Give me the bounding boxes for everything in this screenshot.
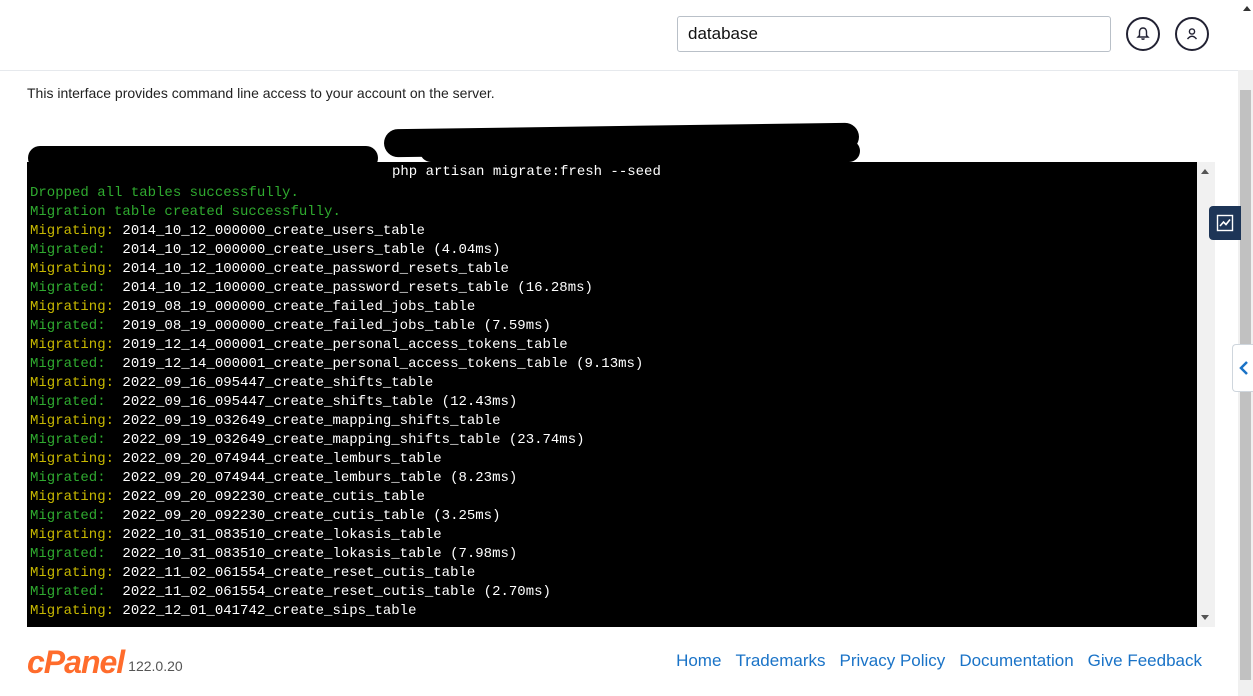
terminal-line: Migrating: 2022_09_20_074944_create_lemb…	[30, 450, 643, 469]
terminal-line: Migrating: 2019_12_14_000001_create_pers…	[30, 336, 643, 355]
terminal-line-text: 2014_10_12_000000_create_users_table	[114, 223, 425, 239]
terminal-line-text: 2019_12_14_000001_create_personal_access…	[114, 337, 568, 353]
redaction-mark	[28, 146, 378, 170]
footer-link-privacy-policy[interactable]: Privacy Policy	[840, 651, 946, 671]
terminal-line-status: Migrated:	[30, 508, 106, 524]
terminal-line-text: 2022_11_02_061554_create_reset_cutis_tab…	[105, 584, 551, 600]
terminal-line-status: Migrating:	[30, 337, 115, 353]
terminal-line: Migrated: 2022_10_31_083510_create_lokas…	[30, 545, 643, 564]
terminal-intro-text: This interface provides command line acc…	[27, 85, 495, 101]
footer-link-give-feedback[interactable]: Give Feedback	[1088, 651, 1202, 671]
terminal-line-status: Migrating:	[30, 489, 115, 505]
side-panel-toggle[interactable]	[1232, 344, 1253, 392]
terminal-line-status: Dropped all tables successfully.	[30, 185, 299, 201]
cpanel-version: 122.0.20	[128, 658, 183, 674]
terminal-line: Migrating: 2019_08_19_000000_create_fail…	[30, 298, 643, 317]
terminal-line-text: 2022_11_02_061554_create_reset_cutis_tab…	[114, 565, 476, 581]
terminal-line-status: Migrating:	[30, 527, 115, 543]
cpanel-logo-text: cPanel	[27, 644, 125, 680]
terminal-line: Dropped all tables successfully.	[30, 184, 643, 203]
user-icon	[1186, 28, 1198, 40]
terminal-line-text: 2022_10_31_083510_create_lokasis_table	[114, 527, 442, 543]
terminal-output: Dropped all tables successfully. Migratio…	[30, 184, 643, 621]
terminal-line-status: Migrated:	[30, 242, 106, 258]
terminal-line: Migrating: 2022_09_16_095447_create_shif…	[30, 374, 643, 393]
terminal-line-status: Migrated:	[30, 546, 106, 562]
terminal-line: Migrated: 2014_10_12_000000_create_users…	[30, 241, 643, 260]
terminal-line-status: Migrating:	[30, 603, 115, 619]
terminal-line: Migrated: 2022_09_20_092230_create_cutis…	[30, 507, 643, 526]
search-input[interactable]	[677, 16, 1111, 52]
terminal-line-text: 2022_09_20_092230_create_cutis_table (3.…	[105, 508, 501, 524]
terminal-line-status: Migrated:	[30, 356, 106, 372]
terminal-line-status: Migrated:	[30, 318, 106, 334]
terminal-line-status: Migrated:	[30, 394, 106, 410]
terminal-window[interactable]: php artisan migrate:fresh --seed Dropped…	[27, 162, 1197, 627]
terminal-line-text: 2014_10_12_000000_create_users_table (4.…	[105, 242, 501, 258]
terminal-line: Migrated: 2022_11_02_061554_create_reset…	[30, 583, 643, 602]
terminal-line: Migration table created successfully.	[30, 203, 643, 222]
terminal-line: Migrating: 2022_09_19_032649_create_mapp…	[30, 412, 643, 431]
terminal-line-text: 2022_10_31_083510_create_lokasis_table (…	[105, 546, 518, 562]
terminal-line-text: 2022_09_19_032649_create_mapping_shifts_…	[114, 413, 501, 429]
terminal-line: Migrated: 2022_09_20_074944_create_lembu…	[30, 469, 643, 488]
footer-link-documentation[interactable]: Documentation	[959, 651, 1073, 671]
footer-link-trademarks[interactable]: Trademarks	[735, 651, 825, 671]
terminal-line-status: Migration table created successfully.	[30, 204, 341, 220]
terminal-line-status: Migrating:	[30, 375, 115, 391]
terminal-line: Migrating: 2022_11_02_061554_create_rese…	[30, 564, 643, 583]
redaction-mark	[420, 140, 860, 162]
scroll-down-arrow-icon[interactable]	[1201, 615, 1209, 620]
footer-links: Home Trademarks Privacy Policy Documenta…	[676, 651, 1202, 671]
footer-link-home[interactable]: Home	[676, 651, 721, 671]
terminal-line: Migrated: 2022_09_19_032649_create_mappi…	[30, 431, 643, 450]
terminal-line: Migrated: 2022_09_16_095447_create_shift…	[30, 393, 643, 412]
notifications-button[interactable]	[1126, 17, 1160, 51]
terminal-line-text: 2022_09_16_095447_create_shifts_table (1…	[105, 394, 518, 410]
terminal-line-text: 2022_09_20_092230_create_cutis_table	[114, 489, 425, 505]
terminal-line-status: Migrated:	[30, 280, 106, 296]
bell-icon	[1136, 27, 1150, 40]
page-scroll-up-arrow[interactable]	[1243, 6, 1251, 11]
terminal-line-text: 2022_09_19_032649_create_mapping_shifts_…	[105, 432, 585, 448]
terminal-line-text: 2019_12_14_000001_create_personal_access…	[105, 356, 644, 372]
terminal-line-status: Migrating:	[30, 261, 115, 277]
terminal-line: Migrating: 2014_10_12_100000_create_pass…	[30, 260, 643, 279]
terminal-line-status: Migrated:	[30, 584, 106, 600]
terminal-line-status: Migrated:	[30, 470, 106, 486]
terminal-line-text: 2022_09_20_074944_create_lemburs_table (…	[105, 470, 518, 486]
scroll-up-arrow-icon[interactable]	[1201, 169, 1209, 174]
terminal-line-status: Migrating:	[30, 299, 115, 315]
terminal-line: Migrated: 2014_10_12_100000_create_passw…	[30, 279, 643, 298]
terminal-line-status: Migrating:	[30, 565, 115, 581]
stats-widget-button[interactable]	[1209, 206, 1241, 240]
terminal-line-status: Migrating:	[30, 223, 115, 239]
terminal-line-text: 2014_10_12_100000_create_password_resets…	[114, 261, 509, 277]
terminal-line: Migrating: 2022_10_31_083510_create_loka…	[30, 526, 643, 545]
chevron-left-icon	[1238, 361, 1248, 375]
user-menu-button[interactable]	[1175, 17, 1209, 51]
terminal-line-text: 2022_12_01_041742_create_sips_table	[114, 603, 417, 619]
chart-trend-icon	[1216, 214, 1234, 232]
terminal-line-status: Migrating:	[30, 413, 115, 429]
terminal-line: Migrated: 2019_12_14_000001_create_perso…	[30, 355, 643, 374]
terminal-line: Migrating: 2022_09_20_092230_create_cuti…	[30, 488, 643, 507]
top-header	[0, 0, 1253, 71]
terminal-line-text: 2022_09_16_095447_create_shifts_table	[114, 375, 434, 391]
terminal-line-status: Migrating:	[30, 451, 115, 467]
terminal-line: Migrating: 2014_10_12_000000_create_user…	[30, 222, 643, 241]
terminal-line-text: 2014_10_12_100000_create_password_resets…	[105, 280, 593, 296]
terminal-line-text: 2019_08_19_000000_create_failed_jobs_tab…	[114, 299, 476, 315]
terminal-line-status: Migrated:	[30, 432, 106, 448]
terminal-line: Migrated: 2019_08_19_000000_create_faile…	[30, 317, 643, 336]
cpanel-logo: cPanel 122.0.20	[27, 646, 183, 678]
terminal-line-text: 2019_08_19_000000_create_failed_jobs_tab…	[105, 318, 551, 334]
terminal-line-text: 2022_09_20_074944_create_lemburs_table	[114, 451, 442, 467]
terminal-line: Migrating: 2022_12_01_041742_create_sips…	[30, 602, 643, 621]
terminal-command: php artisan migrate:fresh --seed	[392, 164, 661, 180]
